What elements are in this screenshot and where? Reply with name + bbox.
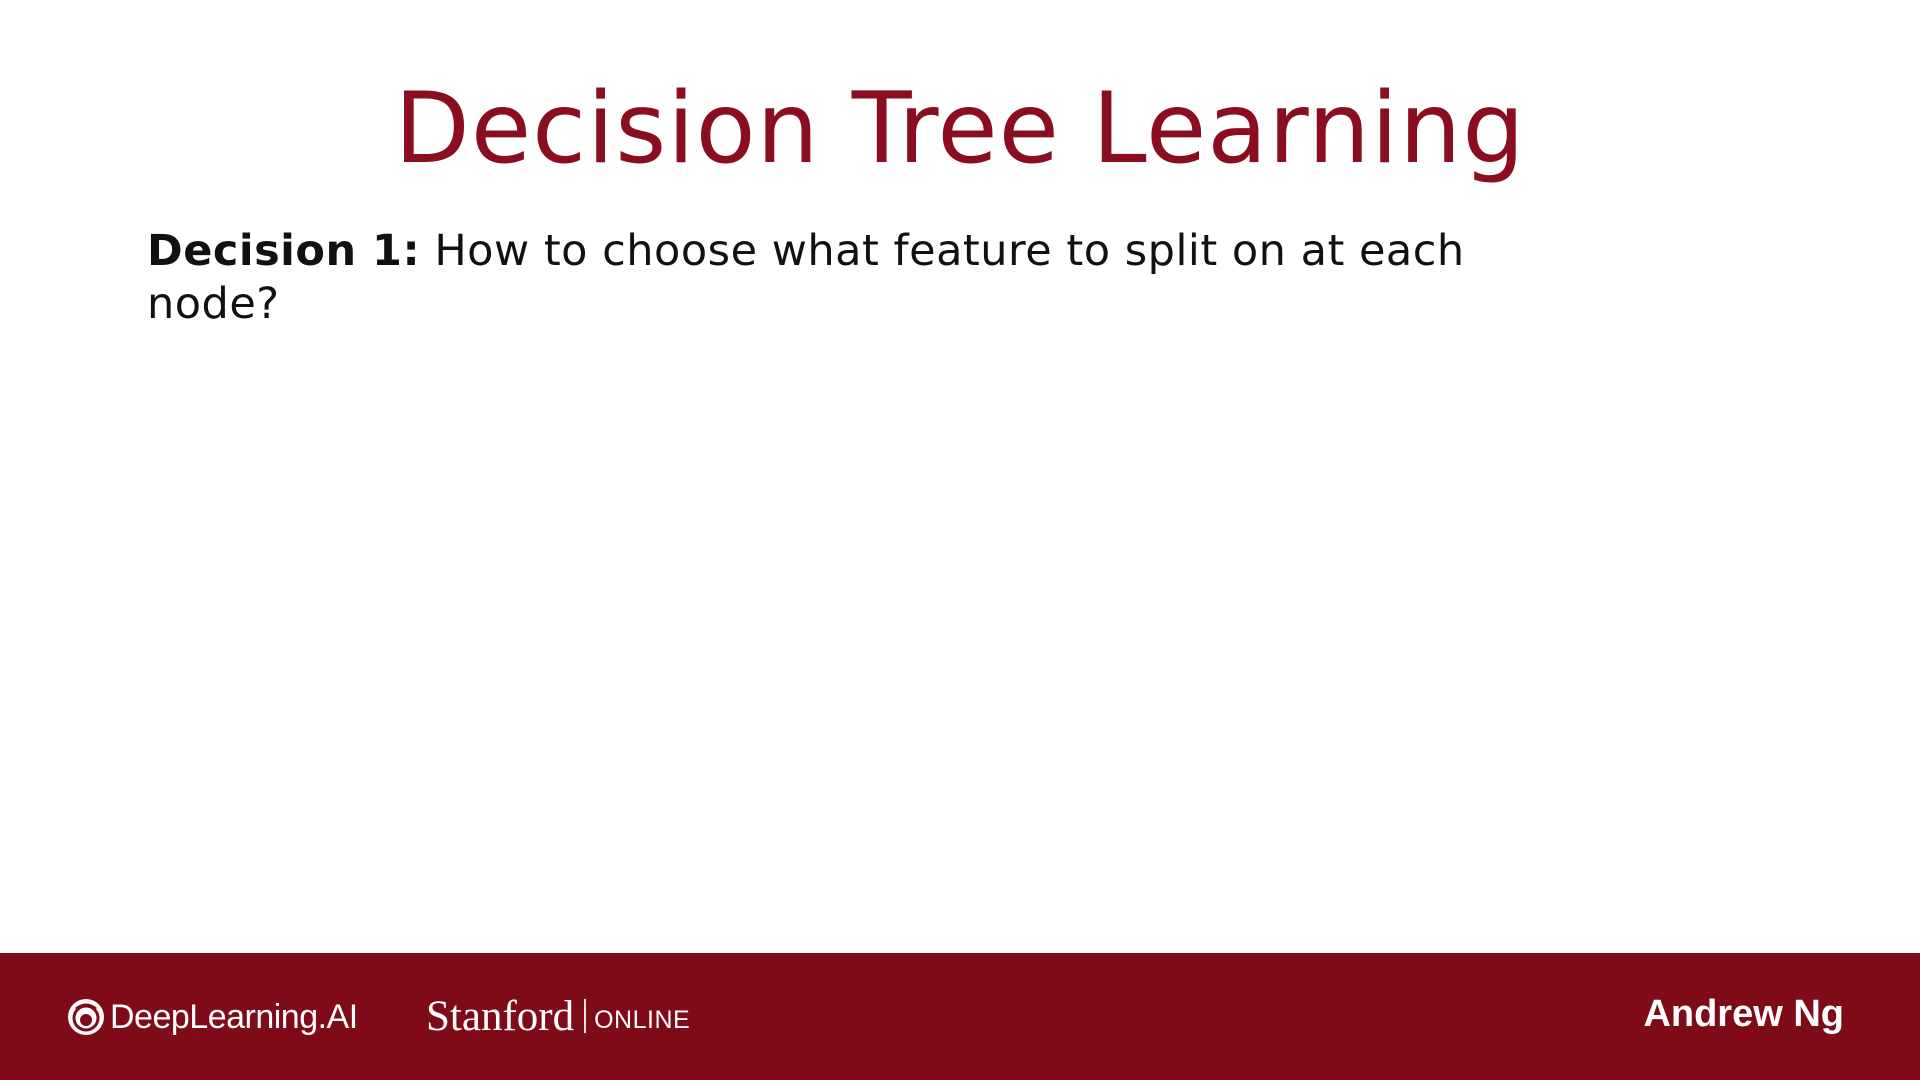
stanford-logo-text: Stanford	[426, 992, 575, 1040]
stanford-online-text: ONLINE	[594, 1005, 691, 1034]
slide-content: Decision 1: How to choose what feature t…	[147, 225, 1507, 331]
slide: Decision Tree Learning Decision 1: How t…	[0, 0, 1920, 1080]
decision-label: Decision 1:	[147, 226, 421, 276]
deeplearning-ai-logo: DeepLearning.AI	[66, 995, 358, 1039]
stanford-logo-divider	[584, 999, 587, 1033]
slide-title: Decision Tree Learning	[394, 72, 1526, 186]
slide-footer: DeepLearning.AI Stanford ONLINE Andrew N…	[0, 953, 1920, 1080]
stanford-online-logo: Stanford ONLINE	[426, 989, 690, 1043]
deeplearning-ai-logo-text: DeepLearning.AI	[110, 997, 358, 1036]
deeplearning-ai-logo-icon	[68, 999, 104, 1035]
author-name: Andrew Ng	[1643, 993, 1844, 1035]
